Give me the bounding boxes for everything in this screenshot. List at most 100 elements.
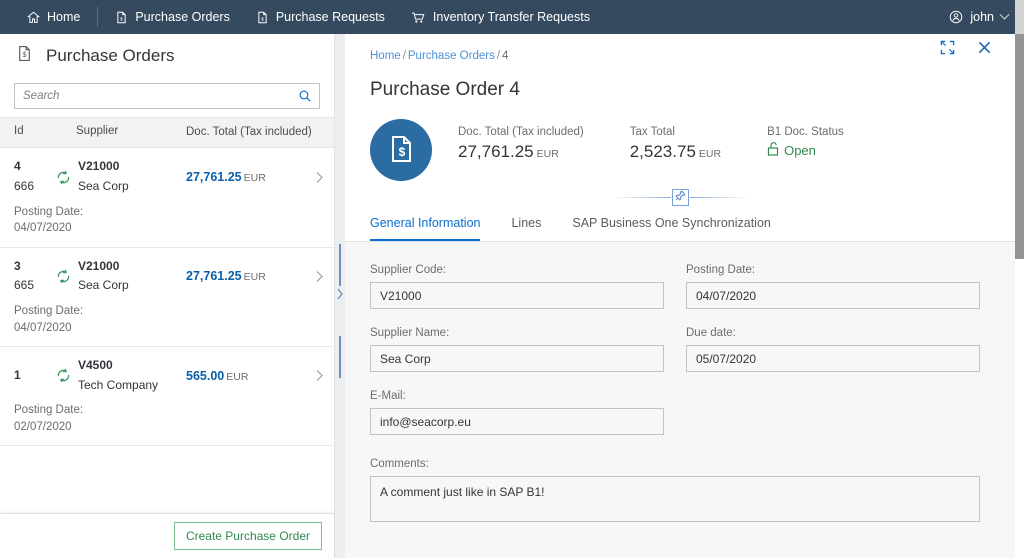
form-column-left: Supplier Code: V21000 Supplier Name: Sea… — [370, 264, 664, 453]
list-item-currency: EUR — [226, 370, 249, 383]
posting-date-input[interactable]: 04/07/2020 — [686, 282, 980, 309]
create-purchase-order-button[interactable]: Create Purchase Order — [173, 522, 322, 550]
sidebar-title: Purchase Orders — [46, 45, 175, 65]
kpi-b1-doc-status: B1 Doc. Status Open — [767, 126, 844, 162]
pin-icon — [675, 188, 686, 206]
due-date-input[interactable]: 05/07/2020 — [686, 345, 980, 372]
user-menu[interactable]: john — [939, 0, 1024, 34]
search-box[interactable] — [14, 83, 320, 109]
supplier-name-input[interactable]: Sea Corp — [370, 345, 664, 372]
list-item-supplier-name: Tech Company — [78, 377, 159, 392]
list-item-supplier-code: V21000 — [78, 159, 120, 174]
svg-text:$: $ — [120, 16, 123, 22]
field-email: E-Mail: info@seacorp.eu — [370, 390, 664, 435]
sidebar-splitter[interactable] — [335, 34, 345, 558]
svg-text:$: $ — [23, 52, 27, 59]
kpi-value: 2,523.75 EUR — [630, 142, 721, 162]
nav-item-home[interactable]: Home — [14, 0, 93, 34]
chevron-right-icon[interactable] — [308, 270, 324, 283]
chevron-right-icon[interactable] — [308, 171, 324, 184]
general-information-form: Supplier Code: V21000 Supplier Name: Sea… — [345, 242, 1016, 558]
kpi-currency: EUR — [698, 148, 722, 160]
tab-lines[interactable]: Lines — [511, 210, 541, 241]
sidebar-search-wrapper — [0, 77, 334, 117]
kpi-amount: 2,523.75 — [629, 142, 696, 161]
vertical-scrollbar-thumb[interactable] — [1015, 34, 1024, 259]
list-item-supplier: V21000 Sea Corp — [78, 157, 186, 197]
svg-text:$: $ — [261, 16, 264, 22]
list-item-id-secondary: 665 — [14, 278, 35, 293]
status-badge: Open — [767, 142, 844, 159]
list-item-amount-value: 27,761.25 — [186, 170, 242, 185]
chevron-down-icon — [999, 9, 1010, 20]
kpi-label: Tax Total — [629, 126, 675, 138]
list-item-amount: 27,761.25 EUR — [186, 170, 308, 184]
cart-icon — [411, 11, 426, 24]
nav-item-inventory-transfer-requests[interactable]: Inventory Transfer Requests — [398, 0, 603, 34]
field-due-date: Due date: 05/07/2020 — [686, 327, 980, 372]
list-item-supplier: V4500 Tech Company — [78, 356, 186, 396]
search-icon[interactable] — [298, 89, 319, 103]
nav-label-purchase-requests: Purchase Requests — [275, 10, 385, 24]
field-posting-date: Posting Date: 04/07/2020 — [686, 264, 980, 309]
list-item-posting-date: Posting Date: 02/07/2020 — [14, 402, 324, 435]
chevron-right-icon[interactable] — [308, 369, 324, 382]
home-icon — [27, 11, 40, 24]
scrollbar-corner — [1015, 0, 1024, 34]
breadcrumb-separator: / — [402, 50, 406, 62]
list-item-id: 4 666 — [14, 157, 48, 197]
kpi-section: $ Doc. Total (Tax included) 27,761.25 EUR… — [345, 101, 1016, 181]
pin-button[interactable] — [672, 188, 689, 206]
avatar: $ — [370, 119, 432, 181]
list-item-id-primary: 3 — [14, 258, 21, 273]
field-label: Comments: — [370, 458, 429, 470]
tab-sap-business-one-synchronization[interactable]: SAP Business One Synchronization — [572, 210, 771, 241]
nav-item-purchase-requests[interactable]: $ Purchase Requests — [243, 0, 398, 34]
sidebar-header: $ Purchase Orders — [0, 34, 334, 77]
detail-panel: Home / Purchase Orders/4 Purchase Order 4 … — [345, 34, 1016, 558]
kpi-currency: EUR — [536, 148, 559, 160]
header-actions — [940, 40, 992, 55]
splitter-bar-bottom — [339, 336, 341, 378]
list-item-amount-value: 27,761.25 — [186, 269, 242, 284]
nav-item-purchase-orders[interactable]: $ Purchase Orders — [102, 0, 242, 34]
breadcrumb-home[interactable]: Home — [370, 50, 401, 62]
search-input[interactable] — [15, 90, 298, 102]
list-item-posting-label: Posting Date: — [14, 404, 84, 417]
field-label: E-Mail: — [370, 390, 406, 402]
sync-icon — [48, 367, 78, 384]
supplier-code-input[interactable]: V21000 — [370, 282, 664, 309]
list-item-id-primary: 4 — [14, 159, 21, 174]
kpi-tax-total: Tax Total 2,523.75 EUR — [630, 126, 721, 162]
list-item-id-primary: 1 — [14, 367, 21, 382]
email-field[interactable]: info@seacorp.eu — [370, 408, 664, 435]
field-supplier-code: Supplier Code: V21000 — [370, 264, 664, 309]
nav-label-purchase-orders: Purchase Orders — [135, 10, 230, 24]
form-grid: Supplier Code: V21000 Supplier Name: Sea… — [370, 264, 991, 453]
comments-textarea[interactable] — [370, 476, 980, 522]
list-item-currency: EUR — [243, 271, 266, 284]
list-item[interactable]: 4 666 V21000 Sea Corp 27,761.25 EUR Post… — [0, 148, 334, 248]
list-item-supplier-name: Sea Corp — [78, 179, 129, 194]
top-navigation-bar: Home $ Purchase Orders $ Purchase Reques… — [0, 0, 1024, 34]
list-item[interactable]: 1 V4500 Tech Company 565.00 EUR Posting … — [0, 346, 334, 447]
fullscreen-icon[interactable] — [940, 40, 955, 55]
list-item-posting-date: Posting Date: 04/07/2020 — [14, 204, 324, 237]
list-item-posting-label: Posting Date: — [14, 205, 84, 218]
chevron-right-icon[interactable] — [336, 287, 344, 305]
column-header-supplier: Supplier — [76, 125, 119, 137]
list-item-posting-value: 04/07/2020 — [14, 222, 72, 235]
document-dollar-icon: $ — [385, 132, 417, 169]
nav-label-home: Home — [47, 10, 81, 24]
list-item-id: 1 — [14, 366, 48, 386]
close-icon[interactable] — [977, 40, 992, 55]
breadcrumb-purchase-orders[interactable]: Purchase Orders — [408, 50, 495, 62]
pin-divider — [345, 187, 1016, 207]
list-item[interactable]: 3 665 V21000 Sea Corp 27,761.25 EUR Post… — [0, 247, 334, 347]
tab-general-information[interactable]: General Information — [370, 210, 481, 241]
purchase-order-list: 4 666 V21000 Sea Corp 27,761.25 EUR Post… — [0, 148, 334, 513]
document-icon: $ — [256, 11, 269, 24]
splitter-bar-top — [339, 244, 341, 286]
kpi-value: 27,761.25 EUR — [458, 142, 584, 162]
status-label: B1 Doc. Status — [767, 126, 844, 138]
